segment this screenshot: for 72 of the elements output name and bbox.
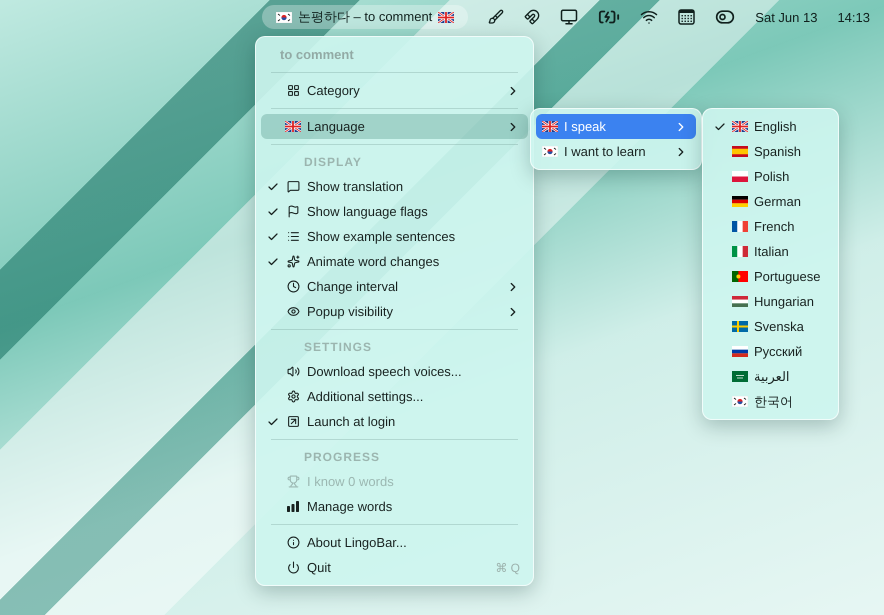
section-heading: SETTINGS bbox=[303, 339, 374, 356]
menu-bar-date: Sat Jun 13 bbox=[755, 10, 818, 24]
eye-icon bbox=[286, 305, 300, 318]
flag-icon bbox=[732, 121, 748, 132]
wifi-icon[interactable] bbox=[640, 8, 658, 26]
menu-item[interactable]: I want to learn bbox=[536, 139, 696, 164]
menu-item[interactable]: Show language flags bbox=[261, 199, 528, 224]
menu-item[interactable]: Category bbox=[261, 78, 528, 103]
flag-icon bbox=[732, 396, 748, 407]
flag-icon bbox=[542, 146, 558, 157]
menu-title: to comment bbox=[279, 46, 355, 64]
info-icon bbox=[286, 536, 300, 549]
menu-item[interactable]: English bbox=[708, 114, 833, 139]
clock-icon bbox=[286, 280, 300, 293]
section-heading: DISPLAY bbox=[303, 154, 363, 171]
menu-bar-time: 14:13 bbox=[837, 10, 870, 24]
launch-icon bbox=[286, 415, 300, 428]
calendar-icon[interactable] bbox=[678, 9, 696, 25]
flag-icon bbox=[732, 346, 748, 357]
menu-item[interactable]: Animate word changes bbox=[261, 249, 528, 274]
power-icon bbox=[286, 561, 300, 574]
menu-item[interactable]: Manage words bbox=[261, 494, 528, 519]
app-title: 논평하다 – to comment bbox=[298, 8, 432, 26]
menu-item[interactable]: Quit ⌘ Q bbox=[261, 555, 528, 580]
flag-icon bbox=[438, 12, 454, 22]
section-heading: PROGRESS bbox=[303, 449, 382, 466]
flag-icon bbox=[732, 196, 748, 207]
menu-item[interactable]: Change interval bbox=[261, 274, 528, 299]
menu-item[interactable]: Русский bbox=[708, 339, 833, 364]
trophy-icon bbox=[286, 475, 300, 488]
speaker-icon bbox=[286, 365, 300, 378]
menu-item[interactable]: Language bbox=[261, 114, 528, 139]
menu-item[interactable]: German bbox=[708, 189, 833, 214]
flag-icon bbox=[732, 296, 748, 307]
menu-item[interactable]: Launch at login bbox=[261, 409, 528, 434]
sparkles-icon bbox=[286, 255, 300, 268]
menu-item[interactable]: About LingoBar... bbox=[261, 530, 528, 555]
menu-item[interactable]: Spanish bbox=[708, 139, 833, 164]
flag-icon bbox=[732, 246, 748, 257]
menu-item[interactable]: Popup visibility bbox=[261, 299, 528, 324]
menu-item[interactable]: French bbox=[708, 214, 833, 239]
grid-icon bbox=[286, 84, 300, 97]
menu-item[interactable]: Show translation bbox=[261, 174, 528, 199]
menu-item[interactable]: 한국어 bbox=[708, 389, 833, 414]
menu-item[interactable]: Show example sentences bbox=[261, 224, 528, 249]
menu-item[interactable]: Svenska bbox=[708, 314, 833, 339]
menu-item[interactable]: I speak bbox=[536, 114, 696, 139]
menu-item[interactable]: Additional settings... bbox=[261, 384, 528, 409]
menu-item[interactable]: Hungarian bbox=[708, 289, 833, 314]
menu-item[interactable]: Download speech voices... bbox=[261, 359, 528, 384]
settings-icon bbox=[286, 390, 300, 403]
flag-icon bbox=[276, 12, 292, 22]
flag-icon bbox=[542, 121, 558, 132]
flag-icon bbox=[732, 171, 748, 182]
flag-icon bbox=[732, 271, 748, 282]
flag-icon bbox=[732, 321, 748, 332]
menu-item[interactable]: Polish bbox=[708, 164, 833, 189]
menu-bar-app-item[interactable]: 논평하다 – to comment bbox=[262, 5, 468, 29]
speech-bubble-icon bbox=[286, 180, 300, 193]
brush-icon[interactable] bbox=[488, 9, 504, 25]
monitor-icon[interactable] bbox=[560, 8, 578, 26]
list-icon bbox=[286, 230, 300, 243]
flag-icon bbox=[732, 146, 748, 157]
flag-icon bbox=[285, 121, 301, 132]
bar-chart-icon bbox=[286, 501, 300, 512]
flag-icon bbox=[732, 371, 748, 382]
flag-icon bbox=[286, 205, 300, 218]
menu-item[interactable]: Portuguese bbox=[708, 264, 833, 289]
menu-item[interactable]: Italian bbox=[708, 239, 833, 264]
magnet-icon[interactable] bbox=[524, 9, 540, 25]
menu-item[interactable]: العربية bbox=[708, 364, 833, 389]
flag-icon bbox=[732, 221, 748, 232]
